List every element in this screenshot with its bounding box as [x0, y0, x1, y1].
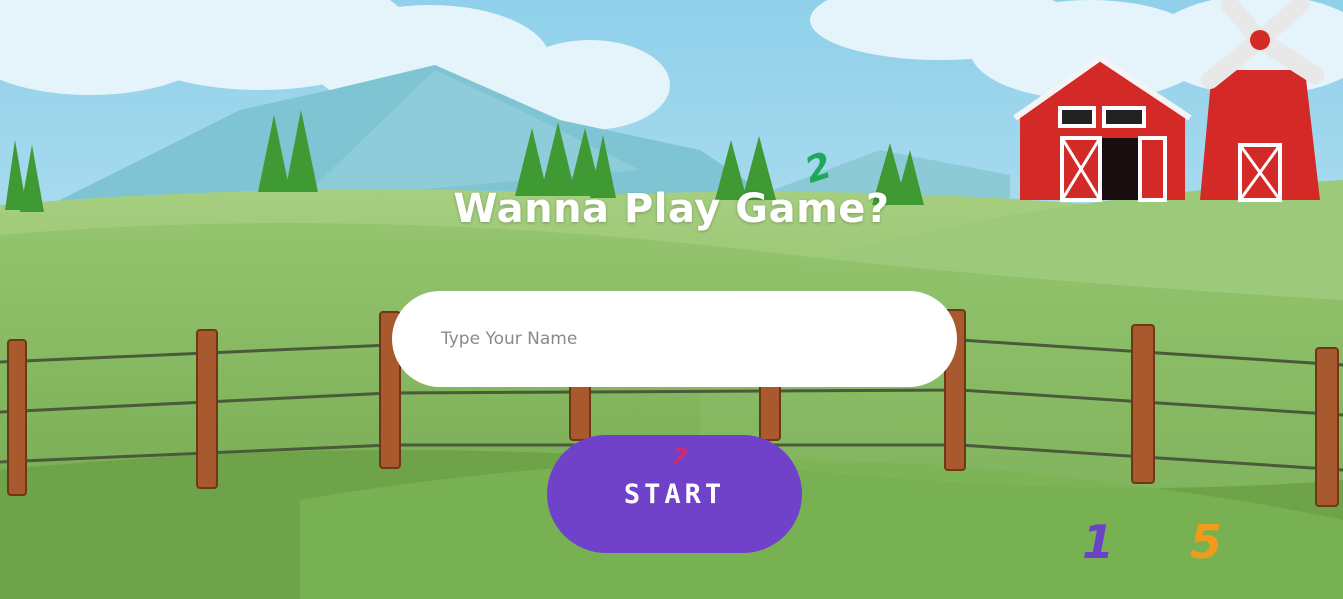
- floating-number-5: 5: [1190, 515, 1223, 569]
- game-title: Wanna Play Game?: [453, 186, 890, 232]
- floating-number-1: 1: [1082, 515, 1115, 569]
- name-input[interactable]: [392, 291, 957, 387]
